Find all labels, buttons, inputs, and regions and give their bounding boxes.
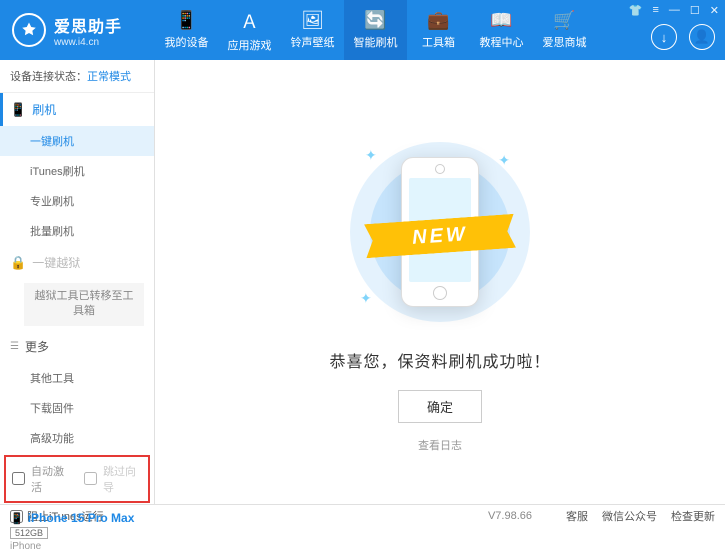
- nav-ringtones[interactable]: 🖼铃声壁纸: [281, 0, 344, 60]
- skip-guide-label: 跳过向导: [103, 463, 142, 495]
- picture-icon: 🖼: [301, 10, 324, 31]
- app-title: 爱思助手: [54, 13, 122, 37]
- nav-apps[interactable]: Ａ应用游戏: [218, 0, 281, 60]
- device-status: 设备连接状态：正常模式: [0, 60, 154, 93]
- sidebar-download-firmware[interactable]: 下载固件: [0, 393, 154, 423]
- nav-my-device[interactable]: 📱我的设备: [155, 0, 218, 60]
- sidebar: 设备连接状态：正常模式 📱 刷机 一键刷机 iTunes刷机 专业刷机 批量刷机…: [0, 60, 155, 504]
- user-button[interactable]: 👤: [689, 24, 715, 50]
- minimize-icon[interactable]: —: [669, 4, 680, 17]
- download-button[interactable]: ↓: [651, 24, 677, 50]
- nav-flash[interactable]: 🔄智能刷机: [344, 0, 407, 60]
- sidebar-flash-header[interactable]: 📱 刷机: [0, 93, 154, 126]
- sidebar-more-header[interactable]: ☰ 更多: [0, 330, 154, 363]
- lock-icon: 🔒: [10, 255, 26, 271]
- sidebar-one-key-flash[interactable]: 一键刷机: [0, 126, 154, 156]
- phone-icon: 📱: [10, 102, 26, 118]
- flash-icon: 🔄: [364, 10, 386, 31]
- skip-guide-checkbox[interactable]: [84, 472, 97, 485]
- footer-update[interactable]: 检查更新: [671, 508, 715, 524]
- nav-tutorials[interactable]: 📖教程中心: [470, 0, 533, 60]
- phone-small-icon: 📱: [10, 513, 24, 525]
- sidebar-jailbreak-note: 越狱工具已转移至工具箱: [24, 283, 144, 326]
- nav-store[interactable]: 🛒爱思商城: [533, 0, 596, 60]
- toolbox-icon: 💼: [427, 10, 449, 31]
- logo-icon: [12, 13, 46, 47]
- footer-wechat[interactable]: 微信公众号: [602, 508, 657, 524]
- version-label: V7.98.66: [488, 510, 532, 522]
- device-model: iPhone: [10, 541, 144, 552]
- auto-activate-checkbox[interactable]: [12, 472, 25, 485]
- sparkle-icon: ✦: [498, 152, 510, 169]
- device-icon: 📱: [175, 10, 197, 31]
- chevron-icon: ☰: [10, 341, 19, 352]
- sidebar-itunes-flash[interactable]: iTunes刷机: [0, 156, 154, 186]
- sparkle-icon: ✦: [360, 290, 372, 307]
- sidebar-jailbreak-header[interactable]: 🔒 一键越狱: [0, 246, 154, 279]
- apps-icon: Ａ: [241, 8, 259, 34]
- menu-icon[interactable]: ≡: [652, 4, 658, 17]
- success-message: 恭喜您，保资料刷机成功啦！: [329, 348, 550, 372]
- top-nav: 📱我的设备 Ａ应用游戏 🖼铃声壁纸 🔄智能刷机 💼工具箱 📖教程中心 🛒爱思商城: [155, 0, 596, 60]
- sparkle-icon: ✦: [365, 147, 377, 164]
- view-log-link[interactable]: 查看日志: [418, 437, 462, 453]
- book-icon: 📖: [490, 10, 512, 31]
- highlighted-options: 自动激活 跳过向导: [4, 455, 150, 503]
- maximize-icon[interactable]: ☐: [690, 4, 700, 17]
- main-content: ✦ ✦ ✦ NEW 恭喜您，保资料刷机成功啦！ 确定 查看日志: [155, 60, 725, 504]
- success-graphic: ✦ ✦ ✦ NEW: [340, 132, 540, 332]
- window-controls: 👕 ≡ — ☐ ✕: [629, 4, 719, 17]
- device-info: 📱 iPhone 15 Pro Max 512GB iPhone: [0, 505, 154, 558]
- cart-icon: 🛒: [553, 10, 575, 31]
- device-storage: 512GB: [10, 527, 48, 539]
- skin-icon[interactable]: 👕: [629, 4, 643, 17]
- sidebar-pro-flash[interactable]: 专业刷机: [0, 186, 154, 216]
- sidebar-batch-flash[interactable]: 批量刷机: [0, 216, 154, 246]
- app-header: 爱思助手 www.i4.cn 📱我的设备 Ａ应用游戏 🖼铃声壁纸 🔄智能刷机 💼…: [0, 0, 725, 60]
- footer-support[interactable]: 客服: [566, 508, 588, 524]
- auto-activate-label: 自动激活: [31, 463, 70, 495]
- device-name: iPhone 15 Pro Max: [28, 511, 135, 525]
- close-icon[interactable]: ✕: [710, 4, 719, 17]
- ok-button[interactable]: 确定: [398, 390, 482, 423]
- sidebar-other-tools[interactable]: 其他工具: [0, 363, 154, 393]
- nav-toolbox[interactable]: 💼工具箱: [407, 0, 470, 60]
- app-url: www.i4.cn: [54, 37, 122, 48]
- sidebar-advanced[interactable]: 高级功能: [0, 423, 154, 453]
- logo-section: 爱思助手 www.i4.cn: [0, 13, 155, 48]
